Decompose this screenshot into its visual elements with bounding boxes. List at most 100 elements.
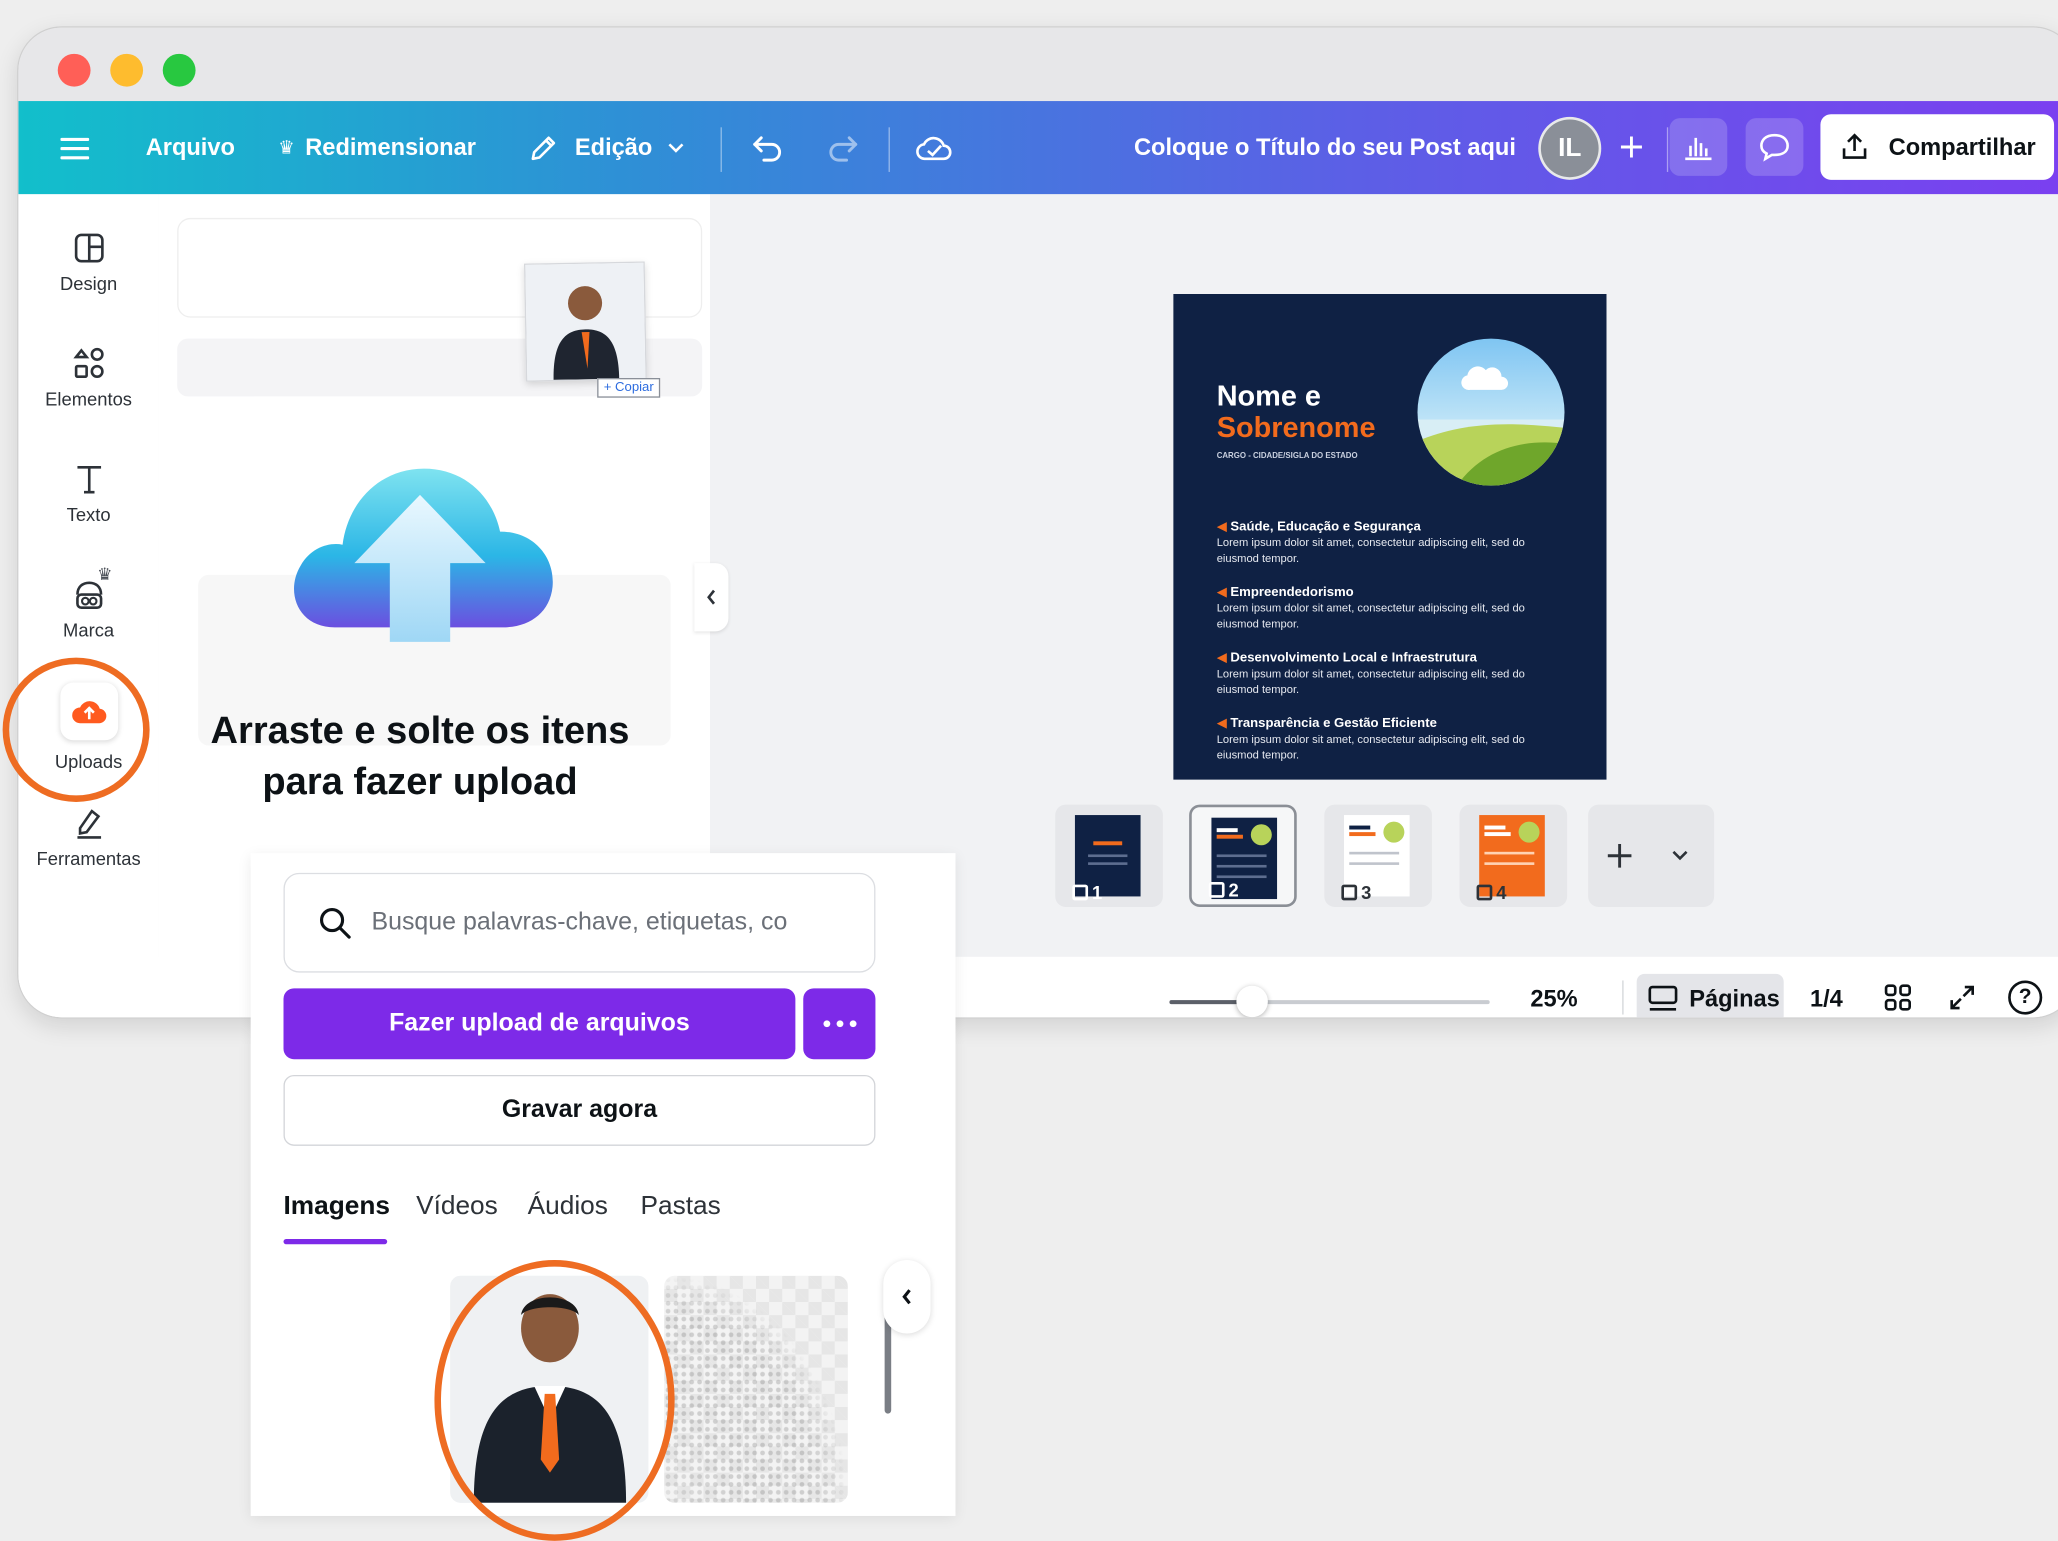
photo-highlight-circle <box>434 1260 675 1541</box>
upload-files-button[interactable]: Fazer upload de arquivos <box>283 988 796 1060</box>
maximize-window-button[interactable] <box>162 53 196 87</box>
edit-mode-label: Edição <box>574 133 653 161</box>
insights-chart-icon[interactable] <box>1669 118 1728 176</box>
tab-images[interactable]: Imagens <box>284 1192 391 1222</box>
sidebar-item-text[interactable]: Texto <box>18 462 158 525</box>
thumbnail-number-text: 4 <box>1496 882 1507 903</box>
sidebar-item-elements[interactable]: Elementos <box>18 347 158 410</box>
chevron-down-icon[interactable] <box>1670 845 1691 873</box>
grid-view-icon[interactable] <box>1883 983 1912 1017</box>
dropzone-message: Arraste e solte os itens para fazer uplo… <box>158 706 683 808</box>
page-thumbnail[interactable]: 1 <box>1055 804 1163 907</box>
tab-label: Pastas <box>640 1191 721 1221</box>
tab-label: Vídeos <box>416 1191 498 1221</box>
pencil-icon <box>531 135 556 160</box>
megaphone-icon: ◀ <box>1216 716 1231 732</box>
poster-name-line2: Sobrenome <box>1216 410 1376 444</box>
thumbnail-number-text: 2 <box>1228 879 1239 901</box>
help-icon[interactable]: ? <box>2008 980 2043 1015</box>
poster-subtitle: CARGO - CIDADE/SIGLA DO ESTADO <box>1216 452 1358 461</box>
design-title[interactable]: Coloque o Título do seu Post aqui <box>1134 101 1516 194</box>
upload-files-label: Fazer upload de arquivos <box>389 1009 690 1037</box>
bullet-body: Lorem ipsum dolor sit amet, consectetur … <box>1216 601 1525 630</box>
active-tab-indicator <box>283 1239 388 1245</box>
zoom-slider-knob[interactable] <box>1236 985 1268 1018</box>
minimize-window-button[interactable] <box>110 53 144 87</box>
file-menu-label: Arquivo <box>145 133 235 161</box>
avatar[interactable]: IL <box>1538 116 1602 180</box>
add-page-plus-icon[interactable] <box>1604 840 1636 878</box>
pages-label: Páginas <box>1689 985 1780 1012</box>
text-icon <box>76 465 101 494</box>
photo-placeholder[interactable] <box>1417 338 1565 486</box>
chevron-left-icon <box>707 589 716 605</box>
hamburger-icon[interactable] <box>60 101 90 194</box>
search-icon <box>319 907 351 939</box>
dropzone-line2: para fazer upload <box>262 761 578 804</box>
uploaded-image-halftone[interactable] <box>664 1275 848 1503</box>
page-thumbnail[interactable]: 3 <box>1324 804 1432 907</box>
invite-plus-icon[interactable] <box>1603 118 1661 176</box>
pages-view-button[interactable]: Páginas <box>1636 973 1784 1018</box>
page-thumbnail-selected[interactable]: 2 <box>1189 804 1297 907</box>
left-sidebar: Design Elementos Texto ♛ Marca Uploads F… <box>18 194 159 1018</box>
pages-icon <box>1648 985 1678 1011</box>
bullet-title: Empreendedorismo <box>1230 585 1354 600</box>
fullscreen-icon[interactable] <box>1948 983 1977 1017</box>
collapse-panel-handle[interactable] <box>883 1260 931 1334</box>
shapes-icon <box>72 347 104 378</box>
tools-icon <box>76 809 101 839</box>
zoom-slider-track[interactable] <box>1169 985 1490 1018</box>
sidebar-item-tools[interactable]: Ferramentas <box>18 806 158 869</box>
tab-folders[interactable]: Pastas <box>641 1192 721 1222</box>
toolbar-divider <box>1666 127 1669 172</box>
poster-bullet: ◀ Desenvolvimento Local e Infraestrutura… <box>1217 651 1545 697</box>
edit-mode-dropdown[interactable]: Edição <box>528 101 687 194</box>
thumbnail-number-text: 1 <box>1092 882 1103 903</box>
chevron-down-icon <box>668 142 684 153</box>
more-options-button[interactable] <box>803 988 876 1060</box>
bullet-title: Transparência e Gestão Eficiente <box>1230 716 1437 732</box>
resize-button[interactable]: ♛ Redimensionar <box>278 101 476 194</box>
poster-bullet: ◀ Transparência e Gestão Eficiente Lorem… <box>1217 717 1545 763</box>
record-now-button[interactable]: Gravar agora <box>283 1074 876 1146</box>
comment-icon[interactable] <box>1745 118 1804 176</box>
undo-icon[interactable] <box>751 101 785 194</box>
crown-icon: ♛ <box>97 564 113 585</box>
panel-scrollbar[interactable] <box>884 1315 892 1414</box>
avatar-initials: IL <box>1558 133 1582 163</box>
window-titlebar <box>18 27 2058 102</box>
sidebar-item-label: Ferramentas <box>36 847 141 869</box>
copy-badge: + Copiar <box>597 378 661 398</box>
share-upload-icon <box>1842 133 1867 159</box>
bullet-title: Desenvolvimento Local e Infraestrutura <box>1230 651 1477 666</box>
redo-icon[interactable] <box>826 101 860 194</box>
tab-videos[interactable]: Vídeos <box>416 1192 498 1222</box>
zoom-level[interactable]: 25% <box>1530 986 1577 1014</box>
megaphone-icon: ◀ <box>1216 519 1231 535</box>
add-page-group <box>1588 804 1715 907</box>
sidebar-item-label: Marca <box>63 619 115 641</box>
collapse-panel-handle[interactable] <box>694 563 729 632</box>
cloud-saved-icon[interactable] <box>915 101 954 194</box>
design-page[interactable]: Nome e Sobrenome CARGO - CIDADE/SIGLA DO… <box>1173 294 1607 780</box>
file-menu[interactable]: Arquivo <box>146 101 235 194</box>
page-thumbnail[interactable]: 4 <box>1459 804 1568 907</box>
page-heart-icon <box>1072 884 1089 901</box>
page-heart-icon <box>1208 882 1225 898</box>
search-input[interactable]: Busque palavras-chave, etiquetas, co <box>283 872 876 973</box>
sidebar-item-design[interactable]: Design <box>18 231 158 294</box>
close-window-button[interactable] <box>57 53 91 87</box>
search-placeholder: Busque palavras-chave, etiquetas, co <box>371 908 788 936</box>
landscape-placeholder-icon <box>1417 366 1565 486</box>
thumbnail-number: 2 <box>1208 879 1239 901</box>
tab-audios[interactable]: Áudios <box>528 1192 608 1222</box>
sidebar-item-brand[interactable]: ♛ Marca <box>18 564 158 641</box>
page-counter: 1/4 <box>1809 985 1843 1012</box>
thumbnail-number: 4 <box>1476 882 1507 903</box>
record-now-label: Gravar agora <box>501 1095 658 1124</box>
footer-divider <box>1622 980 1624 1015</box>
poster-bullet: ◀ Saúde, Educação e Segurança Lorem ipsu… <box>1217 520 1545 566</box>
dragged-photo-preview <box>523 261 647 382</box>
share-button[interactable]: Compartilhar <box>1820 114 2055 180</box>
